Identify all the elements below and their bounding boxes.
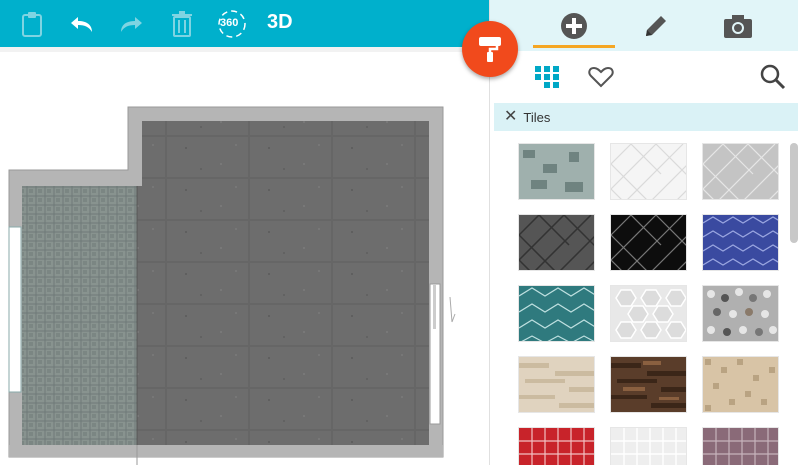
tile-blue-chevron[interactable] — [702, 214, 779, 271]
floor-plan-canvas[interactable] — [0, 52, 489, 465]
floor-plan-drawing — [8, 106, 456, 465]
tile-brown-stone-stack[interactable] — [610, 356, 687, 413]
tile-black-herringbone[interactable] — [610, 214, 687, 271]
catalog-grid-icon[interactable] — [534, 64, 560, 90]
view-3d-button[interactable]: 3D — [267, 11, 293, 34]
tab-edit[interactable] — [615, 0, 697, 51]
tab-add[interactable] — [533, 0, 615, 51]
view-360-label: 360 — [220, 17, 239, 29]
floor-planner-app: 360 3D ✕ Tiles — [0, 0, 798, 465]
catalog-scrollbar[interactable] — [790, 143, 798, 243]
tile-grey-herringbone[interactable] — [702, 143, 779, 200]
breadcrumb: ✕ Tiles — [494, 103, 798, 131]
pencil-icon — [646, 15, 666, 36]
paint-roller-button[interactable] — [462, 21, 518, 77]
panel-tab-bar — [490, 0, 798, 51]
catalog-subbar — [490, 51, 798, 102]
camera-icon — [724, 14, 752, 38]
trash-icon[interactable] — [167, 9, 197, 39]
favorites-heart-icon[interactable] — [588, 64, 614, 90]
add-icon — [561, 12, 587, 39]
tile-teal-chevron[interactable] — [518, 285, 595, 342]
tile-white-herringbone[interactable] — [610, 143, 687, 200]
tile-mauve-square[interactable] — [702, 427, 779, 465]
tile-beige-small-mosaic[interactable] — [702, 356, 779, 413]
tile-marble-green-mosaic[interactable] — [518, 143, 595, 200]
catalog-panel: ✕ Tiles — [489, 0, 798, 465]
tile-dark-grey-herringbone[interactable] — [518, 214, 595, 271]
top-toolbar: 360 3D — [0, 0, 489, 47]
tile-beige-stone-stack[interactable] — [518, 356, 595, 413]
breadcrumb-label: Tiles — [523, 109, 551, 125]
clipboard-icon[interactable] — [17, 9, 47, 39]
tile-red-square[interactable] — [518, 427, 595, 465]
tile-grey-penny-mosaic[interactable] — [702, 285, 779, 342]
paint-roller-icon — [479, 37, 501, 62]
redo-icon[interactable] — [117, 9, 147, 39]
tile-white-hexagon[interactable] — [610, 285, 687, 342]
tab-camera[interactable] — [697, 0, 779, 51]
view-360-icon[interactable]: 360 — [216, 9, 248, 39]
close-icon[interactable]: ✕ — [504, 109, 517, 125]
undo-icon[interactable] — [66, 9, 96, 39]
tile-white-square[interactable] — [610, 427, 687, 465]
search-icon[interactable] — [760, 64, 786, 90]
